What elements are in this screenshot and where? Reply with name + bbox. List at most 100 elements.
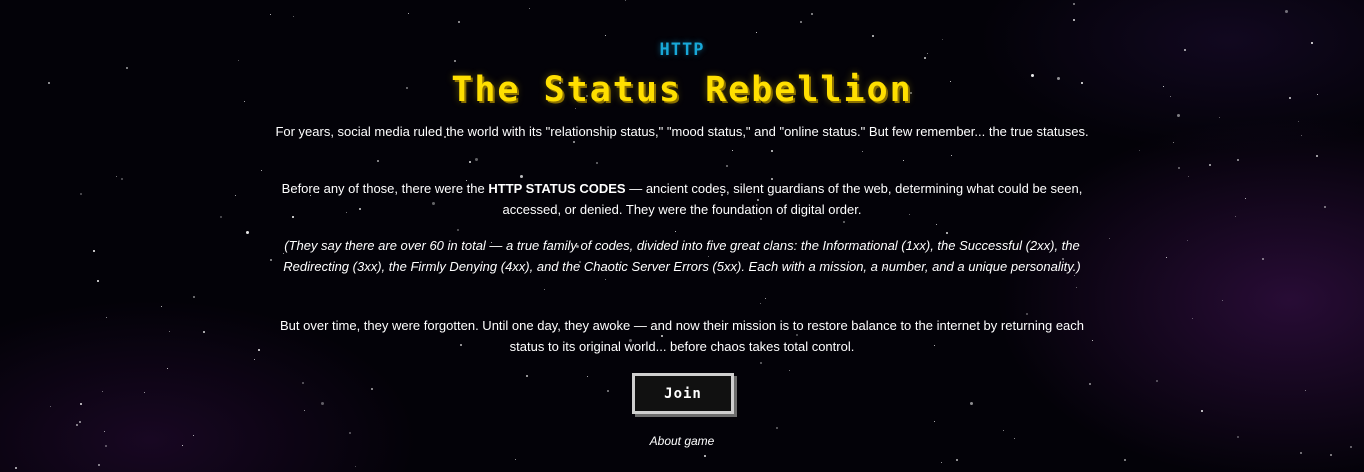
story-paragraph-2: Before any of those, there were the HTTP… <box>272 178 1092 220</box>
star <box>1300 452 1302 454</box>
star <box>475 158 478 161</box>
star <box>760 303 761 304</box>
star <box>946 232 948 234</box>
star <box>1262 258 1264 260</box>
kicker-label: HTTP <box>659 40 705 60</box>
star <box>1324 206 1326 208</box>
story-paragraph-1: For years, social media ruled the world … <box>275 124 1089 139</box>
star <box>760 362 762 364</box>
star <box>80 193 82 195</box>
star <box>79 421 81 423</box>
star <box>377 160 379 162</box>
star <box>355 466 356 467</box>
star <box>675 231 676 232</box>
star <box>605 279 606 280</box>
star <box>1305 390 1306 391</box>
star <box>756 32 757 33</box>
star <box>126 67 128 69</box>
star <box>1219 117 1220 118</box>
star <box>1222 300 1223 301</box>
star <box>605 35 606 36</box>
star <box>104 431 105 432</box>
star <box>529 8 530 9</box>
star <box>270 14 271 15</box>
star <box>246 231 249 234</box>
star <box>161 306 162 307</box>
star <box>951 155 952 156</box>
star <box>1316 155 1318 157</box>
star <box>704 455 706 457</box>
star <box>1177 114 1180 117</box>
star <box>776 427 778 429</box>
star <box>607 390 609 392</box>
star <box>469 161 471 163</box>
star <box>693 414 694 415</box>
star <box>106 317 107 318</box>
star <box>1330 454 1332 456</box>
star <box>454 60 456 62</box>
star <box>1092 340 1093 341</box>
star <box>203 331 205 333</box>
star <box>121 178 123 180</box>
star <box>941 462 942 463</box>
star <box>93 250 95 252</box>
star <box>1076 287 1077 288</box>
http-status-codes-emphasis: HTTP STATUS CODES <box>488 181 626 196</box>
star <box>116 176 117 177</box>
star <box>771 150 773 152</box>
star <box>1173 142 1174 143</box>
star <box>1192 318 1193 319</box>
star <box>956 459 958 461</box>
star <box>144 392 145 393</box>
star <box>220 216 222 218</box>
star <box>526 375 528 377</box>
star <box>169 331 170 332</box>
story-paragraph-3: (They say there are over 60 in total — a… <box>283 238 1081 274</box>
star <box>587 376 588 377</box>
star <box>789 370 790 371</box>
star <box>235 195 236 196</box>
star <box>408 13 409 14</box>
star <box>1188 176 1189 177</box>
star <box>1139 150 1140 151</box>
about-game-link[interactable]: About game <box>0 434 1364 448</box>
star <box>1285 10 1288 13</box>
join-button[interactable]: Join <box>632 373 734 414</box>
star <box>1073 19 1075 21</box>
star <box>872 35 874 37</box>
star <box>970 402 973 405</box>
star <box>1166 257 1167 258</box>
star <box>1298 121 1299 122</box>
star <box>544 289 545 290</box>
star <box>596 162 598 164</box>
game-title: The Status Rebellion <box>451 70 913 110</box>
star <box>238 60 239 61</box>
star <box>1109 238 1110 239</box>
star <box>1003 430 1004 431</box>
star <box>1124 459 1126 461</box>
star <box>80 403 82 405</box>
star <box>625 0 626 1</box>
star <box>1245 198 1246 199</box>
star <box>1178 167 1180 169</box>
star <box>293 16 294 17</box>
star <box>50 406 51 407</box>
star <box>458 21 460 23</box>
star <box>936 224 937 225</box>
star <box>167 368 168 369</box>
star <box>98 464 100 466</box>
star <box>261 170 262 171</box>
star <box>371 388 373 390</box>
star <box>302 382 304 384</box>
star <box>304 410 305 411</box>
star <box>934 421 935 422</box>
star <box>843 221 845 223</box>
star <box>732 150 733 151</box>
star <box>102 391 103 392</box>
star <box>1073 3 1075 5</box>
star <box>811 13 813 15</box>
star <box>903 160 904 161</box>
star <box>1235 216 1236 217</box>
star <box>97 280 99 282</box>
star <box>862 151 863 152</box>
